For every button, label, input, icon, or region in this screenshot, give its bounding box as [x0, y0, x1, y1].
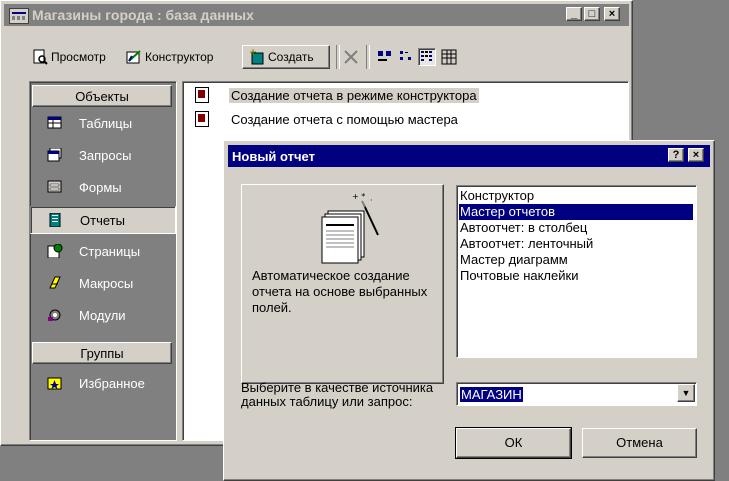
source-select[interactable]: МАГАЗИН ▼	[456, 382, 697, 406]
list-view-icon	[421, 51, 432, 61]
source-value[interactable]: МАГАЗИН	[460, 387, 523, 402]
report-icon	[48, 212, 64, 228]
object-item-modules[interactable]: Модули	[30, 302, 176, 330]
object-item-label: Запросы	[79, 148, 132, 163]
toolbar-separator	[336, 45, 340, 69]
dropdown-arrow-icon[interactable]: ▼	[677, 384, 695, 402]
large-icons-button[interactable]	[376, 48, 394, 66]
object-item-queries[interactable]: Запросы	[30, 142, 176, 170]
svg-text:+ *: + *	[352, 192, 365, 201]
maximize-button[interactable]: □	[584, 7, 600, 21]
wizard-preview: + * · Автоматическое создание отчета на …	[241, 184, 444, 384]
wizard-list-item[interactable]: Конструктор	[459, 188, 534, 204]
dialog-title: Новый отчет	[232, 149, 315, 164]
dialog-title-bar[interactable]: Новый отчет ? ×	[228, 145, 710, 167]
db-window-title: Магазины города : база данных	[32, 7, 254, 23]
object-item-label: Макросы	[79, 276, 134, 291]
report-wizard-icon	[195, 111, 209, 127]
objects-bar: Объекты Таблицы Запросы Формы Отчеты Стр…	[29, 81, 177, 441]
object-item-tables[interactable]: Таблицы	[30, 110, 176, 138]
design-icon	[126, 49, 142, 65]
db-toolbar: Просмотр Конструктор Создать	[4, 41, 629, 71]
delete-button[interactable]	[342, 48, 360, 66]
list-item[interactable]: Создание отчета с помощью мастера	[229, 112, 460, 127]
wizard-description: Автоматическое создание отчета на основе…	[252, 268, 428, 315]
object-item-label: Формы	[79, 180, 122, 195]
cancel-button[interactable]: Отмена	[582, 428, 697, 458]
module-icon	[47, 308, 63, 322]
toolbar-separator	[366, 45, 370, 69]
favorites-icon	[47, 376, 63, 390]
design-button[interactable]: Конструктор	[126, 45, 213, 69]
database-icon	[9, 8, 29, 24]
new-report-dialog: Новый отчет ? × + * · Автоматическое соз…	[223, 140, 715, 481]
db-title-bar[interactable]: Магазины города : база данных _ □ ×	[4, 4, 629, 26]
create-icon	[249, 49, 265, 65]
create-button[interactable]: Создать	[242, 45, 330, 69]
source-label: Выберите в качестве источника данных таб…	[241, 380, 434, 409]
groups-header[interactable]: Группы	[32, 342, 172, 364]
object-item-label: Модули	[79, 308, 126, 323]
object-item-label: Страницы	[79, 244, 141, 259]
wizard-list-item[interactable]: Мастер диаграмм	[459, 252, 568, 268]
list-view-button[interactable]	[418, 48, 436, 66]
group-item-label: Избранное	[79, 376, 145, 391]
wizard-list-item[interactable]: Автоотчет: в столбец	[459, 220, 587, 236]
object-item-label: Таблицы	[79, 116, 133, 131]
help-button[interactable]: ?	[668, 148, 684, 162]
ok-button[interactable]: ОК	[455, 427, 572, 459]
group-item-favorites[interactable]: Избранное	[30, 370, 176, 398]
form-icon	[47, 180, 63, 194]
create-label: Создать	[268, 50, 314, 64]
object-item-pages[interactable]: Страницы	[30, 238, 176, 266]
design-label: Конструктор	[145, 50, 214, 64]
view-button[interactable]: Просмотр	[32, 45, 106, 69]
close-button[interactable]: ×	[604, 7, 620, 21]
object-item-forms[interactable]: Формы	[30, 174, 176, 202]
view-label: Просмотр	[51, 50, 106, 64]
details-view-icon	[441, 49, 457, 65]
object-item-macros[interactable]: Макросы	[30, 270, 176, 298]
wizard-list[interactable]: Конструктор Мастер отчетов Автоотчет: в …	[456, 185, 697, 358]
query-icon	[47, 147, 63, 162]
list-item[interactable]: Создание отчета в режиме конструктора	[229, 88, 479, 103]
object-item-reports[interactable]: Отчеты	[30, 206, 176, 234]
large-icons-icon	[378, 51, 391, 61]
preview-icon	[32, 49, 48, 65]
report-wizard-icon: + * ·	[318, 191, 398, 268]
report-wizard-icon	[195, 87, 209, 103]
object-item-label: Отчеты	[80, 213, 125, 228]
table-icon	[47, 116, 63, 130]
wizard-list-item[interactable]: Автоотчет: ленточный	[459, 236, 593, 252]
page-icon	[47, 243, 63, 259]
objects-header[interactable]: Объекты	[32, 85, 172, 107]
wizard-list-item-selected[interactable]: Мастер отчетов	[459, 204, 693, 220]
small-icons-button[interactable]	[398, 48, 416, 66]
minimize-button[interactable]: _	[566, 7, 582, 21]
svg-text:·: ·	[370, 196, 373, 205]
wizard-list-item[interactable]: Почтовые наклейки	[459, 268, 578, 284]
dialog-close-button[interactable]: ×	[688, 148, 704, 162]
small-icons-icon	[400, 51, 411, 60]
delete-icon	[344, 50, 358, 64]
macro-icon	[47, 276, 63, 290]
details-view-button[interactable]	[440, 48, 458, 66]
